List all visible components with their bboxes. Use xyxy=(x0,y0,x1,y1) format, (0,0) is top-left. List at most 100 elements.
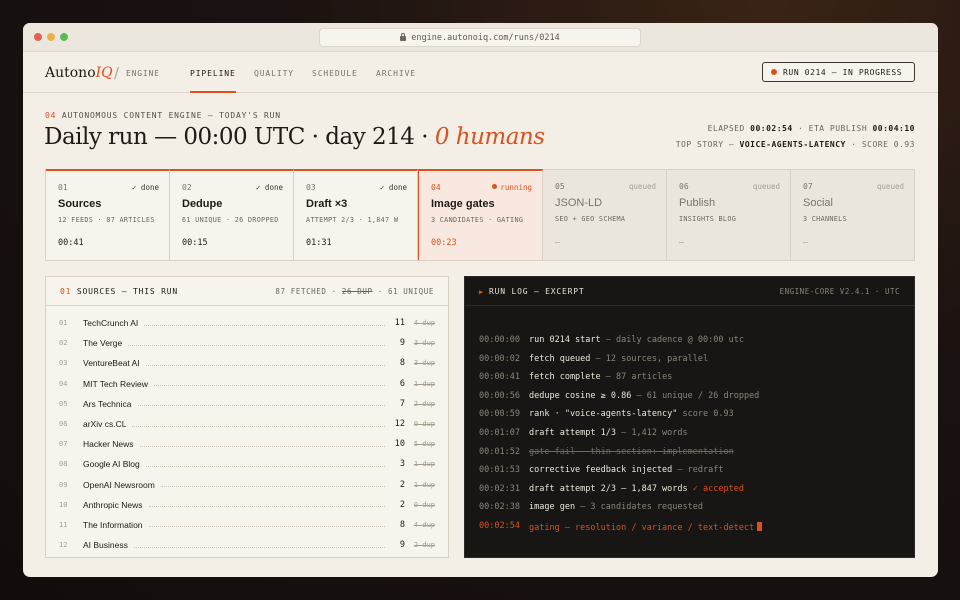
source-name: The Verge xyxy=(83,338,123,349)
source-dup: 4 dup xyxy=(413,319,435,328)
tab-archive[interactable]: ARCHIVE xyxy=(376,69,416,78)
tab-quality[interactable]: QUALITY xyxy=(254,69,294,78)
list-item[interactable]: 09 OpenAI Newsroom 2 1 dup xyxy=(59,475,435,495)
list-item[interactable]: 11 The Information 8 4 dup xyxy=(59,515,435,535)
stage-state: queued xyxy=(752,182,780,191)
source-count: 12 xyxy=(394,419,405,430)
list-item[interactable]: 08 Google AI Blog 3 1 dup xyxy=(59,454,435,474)
log-timestamp: 00:01:52 xyxy=(479,446,520,457)
url-text: engine.autonoiq.com/runs/0214 xyxy=(411,32,560,43)
source-index: 01 xyxy=(59,319,68,328)
list-item[interactable]: 04 MIT Tech Review 6 1 dup xyxy=(59,374,435,394)
stage-desc: SEO + GEO SCHEMA xyxy=(555,215,626,223)
stage-json-ld[interactable]: 05 queued JSON-LD SEO + GEO SCHEMA — xyxy=(543,170,667,260)
stage-desc: 3 CHANNELS xyxy=(803,215,847,223)
maximize-window-button[interactable] xyxy=(60,33,68,41)
source-index: 05 xyxy=(59,399,68,408)
list-item[interactable]: 02 The Verge 9 3 dup xyxy=(59,333,435,353)
list-item[interactable]: 07 Hacker News 10 5 dup xyxy=(59,434,435,454)
dotted-leader xyxy=(139,445,385,447)
log-line: 00:02:31 draft attempt 2/3 — 1,847 words … xyxy=(479,484,909,503)
stage-time: — xyxy=(555,238,561,248)
source-index: 10 xyxy=(59,500,68,509)
list-item[interactable]: 12 AI Business 9 2 dup xyxy=(59,535,435,555)
stage-state: queued xyxy=(876,182,904,191)
log-timestamp: 00:00:02 xyxy=(479,353,520,364)
log-timestamp: 00:02:31 xyxy=(479,483,520,494)
source-name: VentureBeat AI xyxy=(83,358,140,369)
stage-title: Social xyxy=(803,197,833,209)
list-item[interactable]: 03 VentureBeat AI 8 3 dup xyxy=(59,353,435,373)
tab-pipeline[interactable]: PIPELINE xyxy=(190,69,236,78)
stage-state: queued xyxy=(628,182,656,191)
source-count: 2 xyxy=(399,499,405,510)
source-index: 09 xyxy=(59,480,68,489)
dotted-leader xyxy=(133,546,385,548)
list-item[interactable]: 01 TechCrunch AI 11 4 dup xyxy=(59,313,435,333)
log-timestamp: 00:00:59 xyxy=(479,409,520,420)
list-item[interactable]: 05 Ars Technica 7 2 dup xyxy=(59,394,435,414)
stage-publish[interactable]: 06 queued Publish INSIGHTS BLOG — xyxy=(667,170,791,260)
log-command: corrective feedback injected xyxy=(529,465,673,476)
source-dup: 3 dup xyxy=(413,359,435,368)
stage-draft[interactable]: 03 ✓ done Draft ×3 ATTEMPT 2/3 · 1,847 W… xyxy=(294,169,418,260)
source-index: 02 xyxy=(59,339,68,348)
cursor-icon xyxy=(757,521,763,531)
dotted-leader xyxy=(144,324,385,326)
fetched-count: 87 FETCHED · xyxy=(275,287,337,296)
top-story-label: TOP STORY — xyxy=(675,140,735,149)
list-item[interactable]: 06 arXiv cs.CL 12 0 dup xyxy=(59,414,435,434)
stage-dedupe[interactable]: 02 ✓ done Dedupe 61 UNIQUE · 26 DROPPED … xyxy=(170,169,294,260)
run-log-header: ▶ RUN LOG — EXCERPT ENGINE-CORE V2.4.1 · … xyxy=(465,277,914,306)
source-index: 11 xyxy=(59,520,68,529)
source-index: 08 xyxy=(59,460,68,469)
log-command: gating — resolution / variance / text-de… xyxy=(529,522,755,533)
source-dup: 1 dup xyxy=(413,480,435,489)
stage-title: Dedupe xyxy=(182,198,223,210)
source-index: 12 xyxy=(59,541,68,550)
dotted-leader xyxy=(145,465,385,467)
log-note: — redraft xyxy=(672,465,724,476)
stage-social[interactable]: 07 queued Social 3 CHANNELS — xyxy=(791,170,914,260)
stage-sources[interactable]: 01 ✓ done Sources 12 FEEDS · 87 ARTICLES… xyxy=(46,169,170,260)
source-dup: 1 dup xyxy=(413,460,435,469)
address-bar[interactable]: engine.autonoiq.com/runs/0214 xyxy=(319,28,641,47)
source-dup: 2 dup xyxy=(413,541,435,550)
play-icon: ▶ xyxy=(479,288,485,296)
status-dot-icon xyxy=(771,69,777,75)
close-window-button[interactable] xyxy=(34,33,42,41)
active-tab-indicator xyxy=(190,91,236,93)
running-dot-icon xyxy=(492,184,498,189)
source-count: 8 xyxy=(399,358,405,369)
source-name: Anthropic News xyxy=(83,499,143,510)
log-timestamp: 00:00:00 xyxy=(479,335,520,345)
stage-image-gates[interactable]: 04 running Image gates 3 CANDIDATES · GA… xyxy=(418,169,543,260)
stage-desc: 12 FEEDS · 87 ARTICLES xyxy=(58,216,155,224)
title-main: Daily run — 00:00 UTC · day 214 · xyxy=(44,124,429,150)
source-count: 2 xyxy=(399,479,405,490)
page-title: Daily run — 00:00 UTC · day 214 · 0 huma… xyxy=(44,124,545,150)
brand-sub: ENGINE xyxy=(126,69,160,78)
stage-time: — xyxy=(679,238,685,248)
source-name: AI Business xyxy=(83,540,128,551)
log-timestamp: 00:00:41 xyxy=(479,372,520,383)
log-timestamp: 00:01:53 xyxy=(479,465,520,476)
stage-title: JSON-LD xyxy=(555,197,603,209)
run-log-title: ▶ RUN LOG — EXCERPT xyxy=(479,287,585,296)
minimize-window-button[interactable] xyxy=(47,33,55,41)
source-dup: 3 dup xyxy=(413,339,435,348)
log-note: — 1,412 words xyxy=(616,427,688,438)
brand-logo[interactable]: AutonoIQ xyxy=(45,65,113,81)
top-story-value[interactable]: VOICE-AGENTS-LATENCY xyxy=(740,140,846,149)
log-command: run 0214 start xyxy=(529,335,601,345)
tab-schedule[interactable]: SCHEDULE xyxy=(312,69,358,78)
run-log-lines[interactable]: 00:00:00 run 0214 start — daily cadence @… xyxy=(479,335,909,540)
source-count: 6 xyxy=(399,378,405,389)
kicker-text: AUTONOMOUS CONTENT ENGINE — TODAY'S RUN xyxy=(61,111,281,120)
stage-time: 00:15 xyxy=(182,238,208,248)
source-index: 07 xyxy=(59,440,68,449)
stage-title: Draft ×3 xyxy=(306,198,348,210)
run-status-badge[interactable]: RUN 0214 — IN PROGRESS xyxy=(762,62,915,82)
list-item[interactable]: 10 Anthropic News 2 0 dup xyxy=(59,495,435,515)
source-name: OpenAI Newsroom xyxy=(83,479,155,490)
